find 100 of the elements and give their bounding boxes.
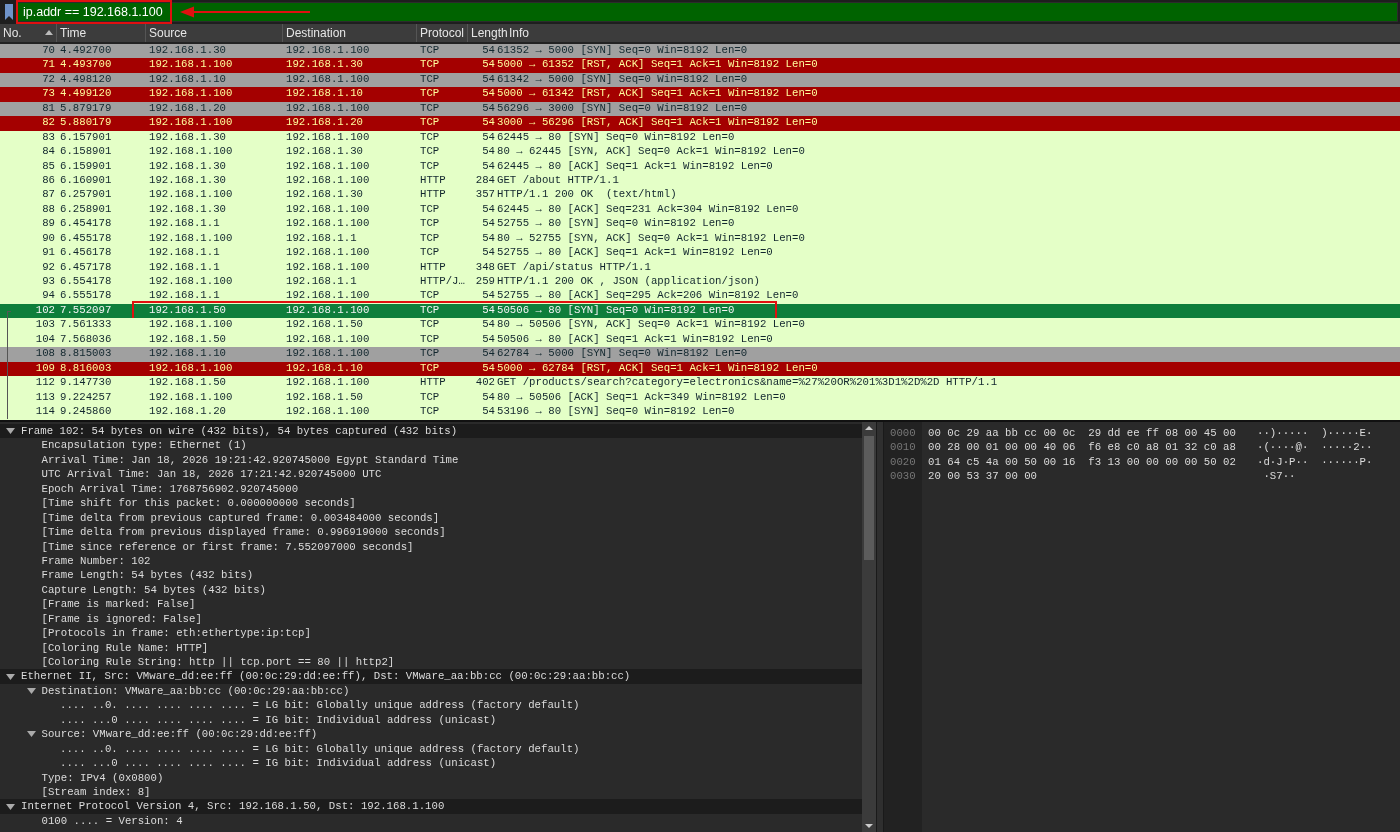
expand-caret-icon[interactable] (6, 428, 15, 435)
tree-item[interactable]: Frame Length: 54 bytes (432 bits) (0, 568, 862, 583)
tree-item[interactable]: [Time since reference or first frame: 7.552097000 seconds] (0, 539, 862, 554)
column-header[interactable]: Info (506, 24, 1400, 42)
packet-cell-text: 80 → 52755 [SYN, ACK] Seq=0 Ack=1 Win=8192 Len=0 (496, 231, 806, 246)
packet-row[interactable]: 82 5.880179 192.168.1.100 192.168.1.20 TCP 54 3000 → 56296 [RST, ACK] Seq=1 Ack=1 Win=8192 Len=0 (0, 116, 1400, 131)
tree-item[interactable]: Source: VMware_dd:ee:ff (00:0c:29:dd:ee:ff) (0, 727, 862, 742)
packet-cell-text: 192.168.1.100 (285, 347, 371, 362)
tree-item[interactable]: [Protocols in frame: eth:ethertype:ip:tcp] (0, 626, 862, 641)
column-header[interactable]: Protocol (417, 24, 468, 42)
packet-cell-text: 90 (41, 231, 56, 246)
packet-cell-text: 192.168.1.10 (148, 72, 227, 87)
packet-cell-text: 192.168.1.100 (285, 159, 371, 174)
tree-item[interactable]: Frame 102: 54 bytes on wire (432 bits), 54 bytes captured (432 bits) (0, 424, 862, 439)
column-header[interactable]: Time (57, 24, 146, 42)
tree-item-text: Source: VMware_dd:ee:ff (00:0c:29:dd:ee:ff) (41, 727, 318, 742)
packet-cell-text: 54 (481, 361, 495, 376)
tree-item-text: Internet Protocol Version 4, Src: 192.168.1.50, Dst: 192.168.1.100 (21, 799, 445, 814)
expand-caret-icon[interactable] (6, 673, 15, 680)
tree-item[interactable]: .... ...0 .... .... .... .... = IG bit: Individual address (unicast) (0, 756, 862, 771)
column-header[interactable]: No. (0, 24, 57, 42)
packet-cell-text: 52755 → 80 [SYN] Seq=0 Win=8192 Len=0 (496, 217, 736, 232)
tree-item[interactable]: [Time shift for this packet: 0.000000000 seconds] (0, 496, 862, 511)
tree-item[interactable]: Destination: VMware_aa:bb:cc (00:0c:29:aa:bb:cc) (0, 683, 862, 699)
hex-offset: 0010 (889, 440, 916, 455)
column-header[interactable]: Destination (283, 24, 417, 42)
tree-item[interactable]: Encapsulation type: Ethernet (1) (0, 438, 862, 453)
packet-cell-text: 192.168.1.100 (148, 275, 234, 289)
tree-item[interactable]: [Time delta from previous displayed frame: 0.996919000 seconds] (0, 525, 862, 540)
packet-cell-text: TCP (419, 289, 441, 304)
tree-item[interactable]: [Stream index: 8] (0, 784, 862, 800)
packet-cell-text: TCP (419, 116, 441, 131)
tree-item[interactable]: Epoch Arrival Time: 1768756902.920745000 (0, 481, 862, 497)
packet-cell-text: 192.168.1.1 (148, 217, 221, 232)
expand-caret-icon[interactable] (26, 688, 36, 695)
tree-item[interactable]: Type: IPv4 (0x0800) (0, 770, 862, 785)
packet-row[interactable]: 108 8.815003 192.168.1.10 192.168.1.100 TCP 54 62784 → 5000 [SYN] Seq=0 Win=8192 Len=0 (0, 347, 1400, 362)
bookmark-icon[interactable] (4, 4, 14, 20)
packet-cell-text: 192.168.1.30 (285, 188, 364, 203)
packet-cell-text: 62784 → 5000 [SYN] Seq=0 Win=8192 Len=0 (496, 347, 749, 362)
expand-caret-icon[interactable] (6, 803, 15, 810)
packet-cell-text: 84 (41, 145, 56, 160)
packet-cell-text: 192.168.1.100 (148, 361, 234, 376)
display-filter-field[interactable]: ip.addr == 192.168.1.100 (17, 2, 1398, 22)
tree-item[interactable]: [Frame is marked: False] (0, 597, 862, 612)
tree-item-text: [Protocols in frame: eth:ethertype:ip:tcp] (41, 626, 311, 641)
packet-cell-text: TCP (419, 130, 441, 145)
tree-item[interactable]: .... ...0 .... .... .... .... = IG bit: Individual address (unicast) (0, 712, 862, 728)
packet-cell-text: 87 (41, 188, 56, 203)
packet-cell-text: 192.168.1.100 (148, 87, 234, 102)
tree-item[interactable]: .... ..0. .... .... .... .... = LG bit: Globally unique address (factory default) (0, 741, 862, 757)
tree-item-text: Epoch Arrival Time: 1768756902.920745000 (41, 481, 299, 497)
packet-cell-text: 192.168.1.100 (285, 101, 371, 116)
packet-cell-text: 192.168.1.1 (148, 289, 221, 304)
packet-cell-text: HTTP/J… (419, 275, 466, 289)
scrollbar[interactable] (862, 422, 876, 832)
tree-item[interactable]: Capture Length: 54 bytes (432 bits) (0, 582, 862, 598)
tree-item[interactable]: UTC Arrival Time: Jan 18, 2026 17:21:42.920745000 UTC (0, 467, 862, 482)
packet-cell-text: 71 (41, 58, 56, 73)
packet-cell-text: 6.554178 (59, 275, 113, 289)
packet-row[interactable]: 71 4.493700 192.168.1.100 192.168.1.30 TCP 54 5000 → 61352 [RST, ACK] Seq=1 Ack=1 Win=8192 Len=0 (0, 58, 1400, 73)
packet-cell-text: 54 (481, 58, 495, 73)
packet-cell-text: 192.168.1.100 (148, 318, 234, 333)
packet-cell-text: 7.552097 (59, 303, 113, 318)
packet-cell-text: 54 (481, 303, 495, 318)
packet-row[interactable]: 73 4.499120 192.168.1.100 192.168.1.10 TCP 54 5000 → 61342 [RST, ACK] Seq=1 Ack=1 Win=8192 Len=0 (0, 87, 1400, 102)
packet-cell-text: TCP (419, 303, 441, 318)
tree-item-text: [Frame is marked: False] (41, 597, 196, 612)
tree-item[interactable]: Ethernet II, Src: VMware_dd:ee:ff (00:0c:29:dd:ee:ff), Dst: VMware_aa:bb:cc (00:0c:29:aa:bb:cc) (0, 669, 862, 684)
column-header[interactable]: Source (146, 24, 283, 42)
packet-cell-text: 9.147730 (59, 376, 113, 391)
packet-row[interactable]: 70 4.492700 192.168.1.30 192.168.1.100 TCP 54 61352 → 5000 [SYN] Seq=0 Win=8192 Len=0 (0, 44, 1400, 59)
hex-ascii: ·S7·· (1262, 469, 1296, 484)
tree-item[interactable]: Internet Protocol Version 4, Src: 192.168.1.50, Dst: 192.168.1.100 (0, 799, 862, 814)
packet-cell-text: TCP (419, 390, 441, 405)
tree-item[interactable]: Frame Number: 102 (0, 553, 862, 569)
scrollbar-thumb[interactable] (864, 436, 874, 560)
packet-cell-text: 192.168.1.100 (285, 44, 371, 58)
tree-item[interactable]: Arrival Time: Jan 18, 2026 19:21:42.920745000 Egypt Standard Time (0, 452, 862, 468)
tree-item[interactable]: [Coloring Rule String: http || tcp.port == 80 || http2] (0, 655, 862, 670)
packet-cell-text: 80 → 50506 [ACK] Seq=1 Ack=349 Win=8192 Len=0 (496, 390, 787, 405)
packet-cell-text: 192.168.1.100 (285, 260, 371, 275)
expand-caret-icon[interactable] (26, 731, 36, 738)
packet-cell-text: 192.168.1.1 (148, 260, 221, 275)
packet-cell-text: 192.168.1.100 (285, 289, 371, 304)
tree-item[interactable]: [Frame is ignored: False] (0, 611, 862, 627)
hex-ascii: ·d·J·P·· ······P· (1257, 454, 1373, 470)
tree-item[interactable]: 0100 .... = Version: 4 (0, 813, 862, 829)
packet-cell-text: HTTP/1.1 200 OK (text/html) (496, 188, 678, 203)
packet-cell-text: TCP (419, 347, 441, 362)
packet-cell-text: 73 (41, 87, 56, 102)
packet-cell-text: 54 (481, 318, 495, 333)
packet-cell-text: 192.168.1.100 (285, 246, 371, 261)
tree-item[interactable]: .... ..0. .... .... .... .... = LG bit: Globally unique address (factory default) (0, 698, 862, 713)
column-header[interactable]: Length (468, 24, 506, 42)
tree-item[interactable]: [Time delta from previous captured frame: 0.003484000 seconds] (0, 510, 862, 526)
tree-item[interactable]: [Coloring Rule Name: HTTP] (0, 640, 862, 655)
packet-cell-text: 6.555178 (59, 289, 113, 304)
tree-item-text: Frame Length: 54 bytes (432 bits) (41, 568, 254, 583)
packet-cell-text: 192.168.1.100 (285, 173, 371, 188)
